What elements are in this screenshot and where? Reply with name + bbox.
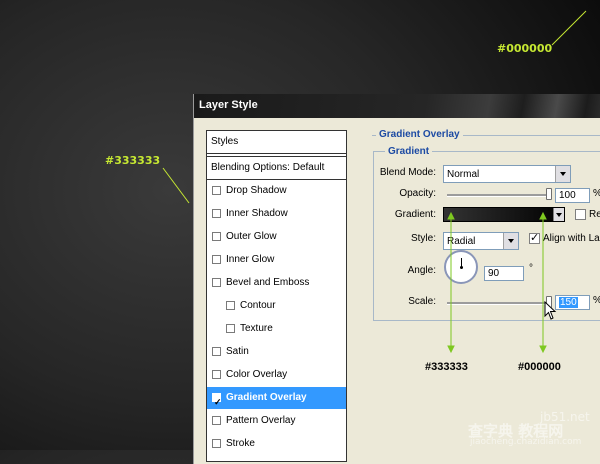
opacity-value: 100 <box>559 190 576 201</box>
opacity-slider[interactable] <box>447 194 549 197</box>
styles-list: Styles Blending Options: Default Drop Sh… <box>206 130 347 462</box>
annotation-top-right-color: #000000 <box>497 42 553 55</box>
style-item-pattern-overlay[interactable]: Pattern Overlay <box>207 410 346 433</box>
angle-dial[interactable] <box>444 250 478 284</box>
angle-value: 90 <box>488 268 500 279</box>
style-item-checkbox[interactable] <box>212 347 221 356</box>
scale-label: Scale: <box>408 296 436 307</box>
angle-input[interactable]: 90 <box>484 266 524 281</box>
watermark-url: jiaocheng.chazidian.com <box>470 437 582 447</box>
style-item-label: Stroke <box>226 438 255 449</box>
style-item-contour[interactable]: Contour <box>207 295 346 318</box>
style-items: Drop Shadow Inner Shadow Outer Glow Inner G… <box>207 180 346 456</box>
style-item-label: Texture <box>240 323 273 334</box>
opacity-input[interactable]: 100 <box>555 188 590 203</box>
mouse-cursor-icon <box>544 301 557 320</box>
style-item-drop-shadow[interactable]: Drop Shadow <box>207 180 346 203</box>
blending-options-item[interactable]: Blending Options: Default <box>207 156 346 180</box>
style-label: Style: <box>410 233 436 244</box>
gradient-group-title: Gradient <box>385 146 433 157</box>
styles-header[interactable]: Styles <box>207 131 346 154</box>
opacity-label: Opacity: <box>399 188 436 199</box>
style-item-checkbox[interactable] <box>226 301 235 310</box>
angle-unit: ° <box>529 263 533 274</box>
style-item-label: Color Overlay <box>226 369 288 380</box>
style-item-checkbox[interactable] <box>212 255 221 264</box>
checkmark-icon: ✓ <box>530 231 540 244</box>
gradient-overlay-section-title: Gradient Overlay <box>376 129 463 140</box>
gradient-dropdown-icon[interactable] <box>553 208 564 221</box>
style-value: Radial <box>447 236 476 247</box>
blend-mode-select[interactable]: Normal <box>443 165 571 183</box>
style-item-label: Gradient Overlay <box>226 392 307 403</box>
reverse-label: Re <box>589 209 600 220</box>
style-item-checkbox[interactable] <box>212 370 221 379</box>
style-item-label: Satin <box>226 346 249 357</box>
style-item-satin[interactable]: Satin <box>207 341 346 364</box>
scale-unit: % <box>593 295 600 306</box>
style-item-checkbox[interactable] <box>212 278 221 287</box>
annotation-line-top-right <box>551 10 587 46</box>
style-item-color-overlay[interactable]: Color Overlay <box>207 364 346 387</box>
style-item-label: Inner Shadow <box>226 208 288 219</box>
style-item-checkbox[interactable] <box>212 209 221 218</box>
style-item-inner-shadow[interactable]: Inner Shadow <box>207 203 346 226</box>
blend-mode-label: Blend Mode: <box>379 167 436 178</box>
style-item-checkbox[interactable] <box>212 439 221 448</box>
style-item-checkbox[interactable] <box>226 324 235 333</box>
style-item-checkbox[interactable]: ✓ <box>212 393 222 407</box>
dialog-titlebar[interactable]: Layer Style <box>194 94 600 118</box>
style-item-inner-glow[interactable]: Inner Glow <box>207 249 346 272</box>
style-select[interactable]: Radial <box>443 232 519 250</box>
style-item-stroke[interactable]: Stroke <box>207 433 346 456</box>
style-item-checkbox[interactable] <box>212 416 221 425</box>
align-with-layer-label: Align with La <box>543 233 600 244</box>
opacity-unit: % <box>593 188 600 199</box>
align-with-layer-checkbox[interactable]: ✓ <box>529 231 540 244</box>
style-item-label: Contour <box>240 300 276 311</box>
annotation-left-color: #333333 <box>105 154 161 167</box>
style-item-checkbox[interactable] <box>212 232 221 241</box>
style-item-checkbox[interactable] <box>212 186 221 195</box>
style-item-label: Pattern Overlay <box>226 415 296 426</box>
dialog-title: Layer Style <box>199 99 258 111</box>
gradient-end-color-label: #000000 <box>518 361 561 373</box>
style-item-label: Inner Glow <box>226 254 275 265</box>
gradient-label: Gradient: <box>394 209 436 220</box>
style-item-label: Drop Shadow <box>226 185 287 196</box>
style-item-bevel-and-emboss[interactable]: Bevel and Emboss <box>207 272 346 295</box>
chevron-down-icon <box>555 166 570 182</box>
blend-mode-value: Normal <box>447 169 480 180</box>
gradient-start-color-label: #333333 <box>425 361 468 373</box>
style-item-label: Outer Glow <box>226 231 277 242</box>
layer-style-dialog: Layer Style Styles Blending Options: Def… <box>193 94 600 464</box>
annotation-line-left <box>162 167 190 204</box>
style-item-label: Bevel and Emboss <box>226 277 310 288</box>
style-item-gradient-overlay[interactable]: ✓ Gradient Overlay <box>207 387 346 410</box>
gradient-picker[interactable] <box>443 207 565 222</box>
arrow-right-head-bottom <box>539 345 547 354</box>
scale-value: 150 <box>559 297 578 308</box>
scale-input[interactable]: 150 <box>555 295 590 310</box>
scale-slider[interactable] <box>447 302 549 305</box>
opacity-slider-thumb[interactable] <box>546 188 552 200</box>
chevron-down-icon <box>503 233 518 249</box>
angle-label: Angle: <box>407 265 436 276</box>
style-item-outer-glow[interactable]: Outer Glow <box>207 226 346 249</box>
reverse-checkbox[interactable] <box>575 209 586 220</box>
style-item-texture[interactable]: Texture <box>207 318 346 341</box>
angle-center <box>460 266 463 269</box>
arrow-left-head-bottom <box>447 345 455 354</box>
